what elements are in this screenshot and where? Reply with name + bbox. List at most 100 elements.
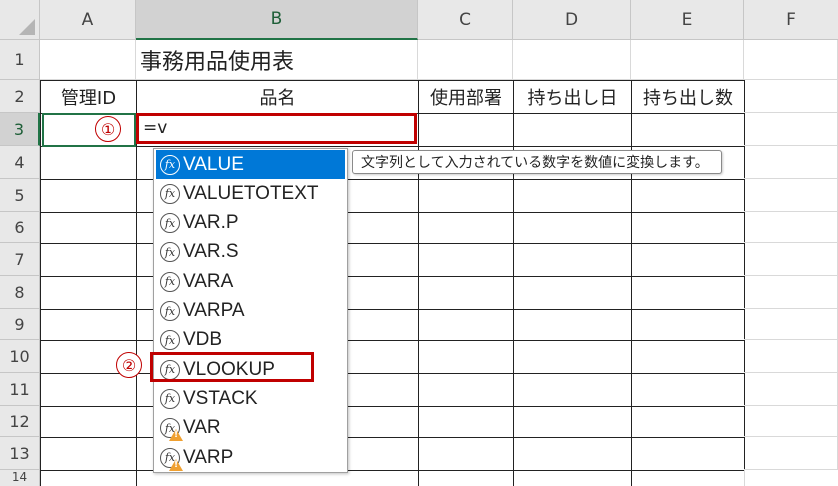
cell-f1[interactable] (744, 40, 838, 80)
table-cell[interactable] (744, 309, 838, 340)
table-cell[interactable] (513, 276, 632, 310)
autocomplete-item-valuetotext[interactable]: fx VALUETOTEXT (156, 179, 345, 208)
row-header-11[interactable]: 11 (0, 373, 40, 406)
row-header-14[interactable]: 14 (0, 470, 40, 486)
table-cell[interactable] (40, 146, 137, 180)
table-cell[interactable] (513, 437, 632, 471)
table-cell[interactable] (513, 373, 632, 407)
cell-a1[interactable] (40, 40, 136, 80)
table-cell[interactable] (40, 470, 137, 486)
row-header-8[interactable]: 8 (0, 276, 40, 309)
table-cell[interactable] (513, 113, 632, 147)
column-header-e[interactable]: E (631, 0, 744, 40)
table-cell[interactable] (631, 470, 745, 486)
table-cell[interactable] (418, 406, 514, 438)
row-header-2[interactable]: 2 (0, 80, 40, 113)
autocomplete-item-vdb[interactable]: fx VDB (156, 326, 345, 355)
row-header-6[interactable]: 6 (0, 212, 40, 243)
table-cell[interactable] (40, 437, 137, 471)
header-management-id[interactable]: 管理ID (40, 80, 137, 114)
table-cell[interactable] (631, 276, 745, 310)
row-header-1[interactable]: 1 (0, 40, 40, 80)
column-header-a[interactable]: A (40, 0, 136, 40)
table-cell[interactable] (40, 243, 137, 277)
row-header-7[interactable]: 7 (0, 243, 40, 276)
table-cell[interactable] (418, 309, 514, 341)
table-cell[interactable] (418, 340, 514, 374)
autocomplete-item-varp[interactable]: fxVARP (156, 443, 345, 472)
table-cell[interactable] (631, 212, 745, 244)
table-cell[interactable] (418, 212, 514, 244)
table-cell[interactable] (513, 243, 632, 277)
table-cell[interactable] (631, 406, 745, 438)
autocomplete-item-var-s[interactable]: fx VAR.S (156, 238, 345, 267)
autocomplete-item-vstack[interactable]: fx VSTACK (156, 384, 345, 413)
table-cell[interactable] (744, 146, 838, 179)
table-cell[interactable] (418, 437, 514, 471)
table-cell[interactable] (418, 179, 514, 213)
row-header-3[interactable]: 3 (0, 113, 40, 146)
table-cell[interactable] (513, 406, 632, 438)
function-autocomplete-list[interactable]: fx VALUE fx VALUETOTEXT fx VAR.P fx VAR.S fx VARA… (153, 148, 348, 473)
table-cell[interactable] (744, 179, 838, 212)
table-cell[interactable] (744, 212, 838, 243)
table-cell[interactable] (513, 470, 632, 486)
table-cell[interactable] (631, 309, 745, 341)
table-cell[interactable] (744, 243, 838, 276)
column-header-c[interactable]: C (418, 0, 513, 40)
row-header-9[interactable]: 9 (0, 309, 40, 340)
cell-e1[interactable] (631, 40, 744, 80)
table-cell[interactable] (418, 373, 514, 407)
row-header-12[interactable]: 12 (0, 406, 40, 437)
table-cell[interactable] (418, 243, 514, 277)
row-header-5[interactable]: 5 (0, 179, 40, 212)
table-cell[interactable] (744, 340, 838, 373)
table-cell[interactable] (744, 437, 838, 470)
autocomplete-item-var-p[interactable]: fx VAR.P (156, 209, 345, 238)
row-header-10[interactable]: 10 (0, 340, 40, 373)
header-item-name[interactable]: 品名 (136, 80, 419, 114)
table-cell[interactable] (418, 470, 514, 486)
table-cell[interactable] (631, 437, 745, 471)
cell-f2[interactable] (744, 80, 838, 113)
autocomplete-item-var[interactable]: fxVAR (156, 414, 345, 443)
table-cell[interactable] (513, 309, 632, 341)
table-cell[interactable] (418, 276, 514, 310)
column-header-b[interactable]: B (136, 0, 418, 40)
table-cell[interactable] (40, 309, 137, 341)
autocomplete-item-vara[interactable]: fx VARA (156, 267, 345, 296)
header-checkout-date[interactable]: 持ち出し日 (513, 80, 632, 114)
table-cell[interactable] (744, 373, 838, 406)
cell-c1[interactable] (418, 40, 513, 80)
table-cell[interactable] (631, 373, 745, 407)
column-header-d[interactable]: D (513, 0, 631, 40)
table-cell[interactable] (631, 243, 745, 277)
row-header-13[interactable]: 13 (0, 437, 40, 470)
table-cell[interactable] (631, 179, 745, 213)
autocomplete-item-varpa[interactable]: fx VARPA (156, 297, 345, 326)
table-cell[interactable] (40, 276, 137, 310)
column-header-f[interactable]: F (744, 0, 838, 40)
table-cell[interactable] (418, 113, 514, 147)
select-all-corner[interactable] (0, 0, 40, 40)
table-cell[interactable] (40, 179, 137, 213)
row-header-4[interactable]: 4 (0, 146, 40, 179)
table-cell[interactable] (513, 179, 632, 213)
table-cell[interactable] (744, 113, 838, 146)
table-cell[interactable] (40, 406, 137, 438)
table-cell[interactable] (744, 276, 838, 309)
autocomplete-item-value[interactable]: fx VALUE (156, 150, 345, 179)
table-cell[interactable] (40, 373, 137, 407)
table-cell[interactable] (631, 113, 745, 147)
header-checkout-count[interactable]: 持ち出し数 (631, 80, 745, 114)
table-cell[interactable] (40, 212, 137, 244)
table-cell[interactable] (744, 406, 838, 437)
table-cell[interactable] (513, 212, 632, 244)
cell-edit-input[interactable]: =v (136, 113, 417, 144)
header-department[interactable]: 使用部署 (418, 80, 514, 114)
selected-cell-a3[interactable] (42, 113, 136, 147)
table-cell[interactable] (513, 340, 632, 374)
cell-d1[interactable] (513, 40, 631, 80)
function-icon: fx (160, 213, 180, 234)
table-cell[interactable] (631, 340, 745, 374)
